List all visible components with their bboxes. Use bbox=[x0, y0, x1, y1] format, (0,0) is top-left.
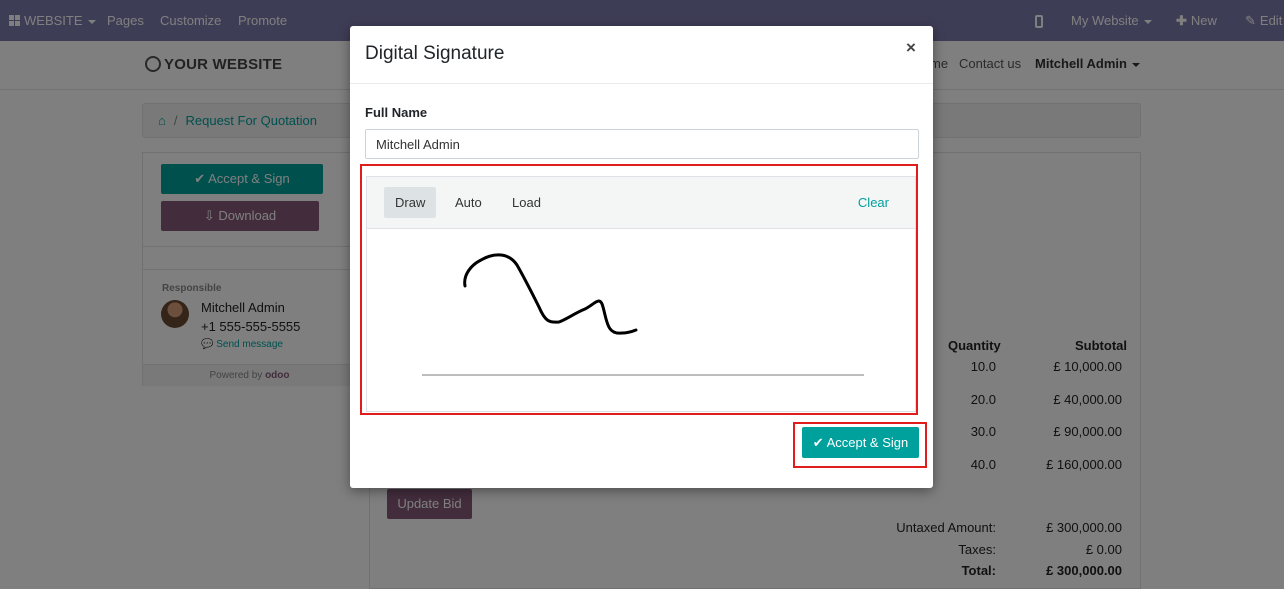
accept-sign-button[interactable]: ✔ Accept & Sign bbox=[802, 427, 919, 458]
signature-canvas[interactable] bbox=[367, 229, 915, 411]
tab-draw[interactable]: Draw bbox=[384, 187, 437, 218]
tab-auto[interactable]: Auto bbox=[444, 187, 493, 218]
tab-load[interactable]: Load bbox=[501, 187, 552, 218]
close-icon[interactable]: × bbox=[902, 39, 920, 57]
signature-stroke bbox=[463, 253, 638, 335]
check-icon: ✔ bbox=[812, 435, 827, 450]
signature-toolbar: Draw Auto Load Clear bbox=[367, 177, 915, 229]
modal-header-divider bbox=[350, 83, 933, 84]
modal-title: Digital Signature bbox=[365, 43, 505, 64]
digital-signature-modal: Digital Signature × Full Name Draw Auto … bbox=[350, 26, 933, 488]
clear-signature-link[interactable]: Clear bbox=[858, 187, 889, 218]
full-name-input[interactable] bbox=[365, 129, 919, 159]
full-name-label: Full Name bbox=[365, 105, 428, 120]
signature-pad: Draw Auto Load Clear bbox=[366, 176, 916, 412]
